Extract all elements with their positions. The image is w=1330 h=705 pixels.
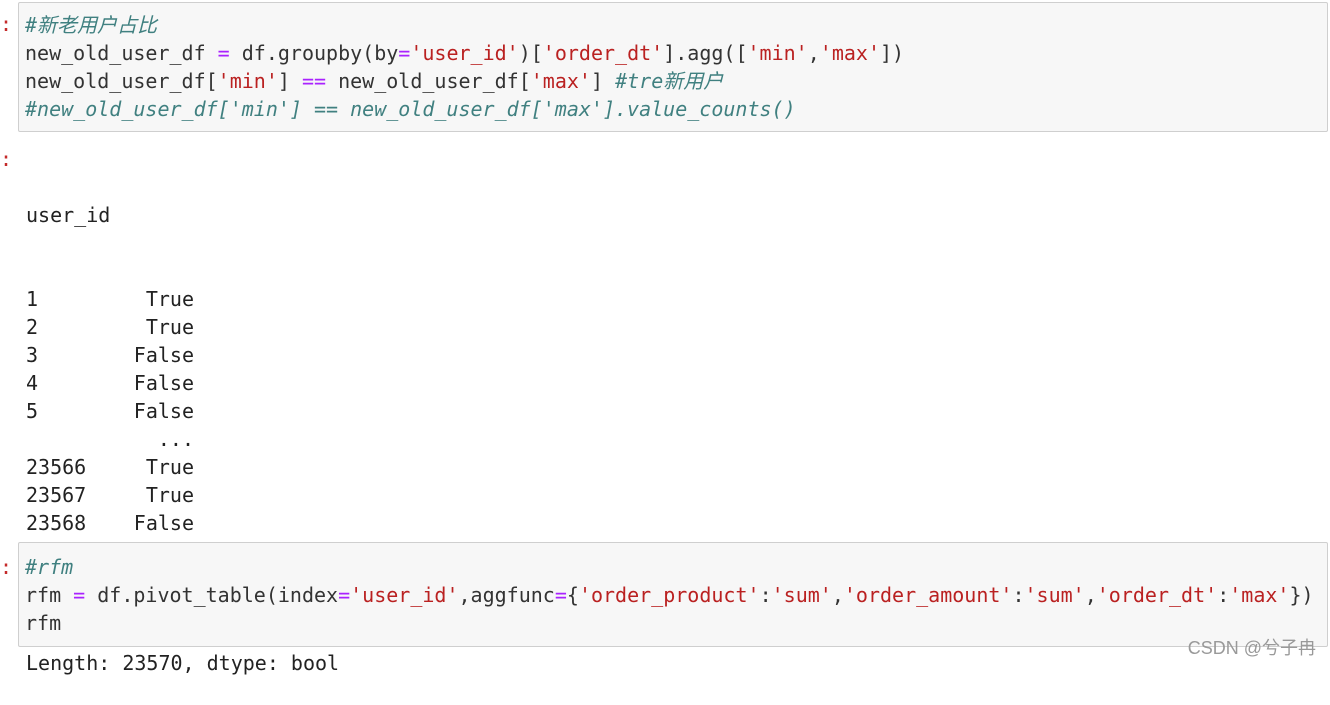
code-token: ]) <box>880 41 905 65</box>
code-token: = <box>217 41 230 65</box>
output-value: False <box>133 511 194 535</box>
code-line: #新老用户占比 <box>25 11 1327 39</box>
code-token: 'user_id' <box>410 41 519 65</box>
code-token: new_old_user_df[ <box>25 69 218 93</box>
code-token: , <box>1084 583 1097 607</box>
code-line: #new_old_user_df['min'] == new_old_user_… <box>25 95 1327 123</box>
code-token: df.pivot_table(index <box>85 583 339 607</box>
code-token: df.groupby(by <box>229 41 399 65</box>
code-token: = <box>398 41 411 65</box>
output-row: 2 True <box>26 313 339 341</box>
code-token: 'max' <box>819 41 880 65</box>
output-value: True <box>145 483 194 507</box>
code-token: new_old_user_df[ <box>326 69 531 93</box>
code-token: 'sum' <box>771 583 832 607</box>
code-token: : <box>1217 583 1230 607</box>
code-token: 'order_dt' <box>542 41 664 65</box>
output-value: True <box>145 315 194 339</box>
output-value: False <box>133 399 194 423</box>
output-row: 23568 False <box>26 509 339 537</box>
output-index: 23566 <box>26 455 87 479</box>
output-row: 23567 True <box>26 481 339 509</box>
output-row: 23566 True <box>26 453 339 481</box>
cell1-prompt: : <box>0 12 13 36</box>
code-token: { <box>566 583 579 607</box>
code-token: 'order_amount' <box>843 583 1013 607</box>
code-token: = <box>73 583 86 607</box>
output-index: 3 <box>26 343 39 367</box>
cell2-code[interactable]: #rfm rfm = df.pivot_table(index='user_id'… <box>25 553 1327 637</box>
code-token: ].agg([ <box>663 41 748 65</box>
code-cell-1[interactable]: #新老用户占比 new_old_user_df = df.groupby(by='… <box>18 2 1328 132</box>
code-token: ] <box>590 69 616 93</box>
code-token: #new_old_user_df['min'] == new_old_user_… <box>25 97 796 121</box>
code-token: = <box>554 583 567 607</box>
code-token: #新老用户占比 <box>25 13 158 37</box>
code-token: 'sum' <box>1024 583 1085 607</box>
code-token: 'order_dt' <box>1096 583 1218 607</box>
code-line: rfm <box>25 609 1327 637</box>
output-value: ... <box>157 427 194 451</box>
cell1-code[interactable]: #新老用户占比 new_old_user_df = df.groupby(by='… <box>25 11 1327 123</box>
code-token: ] <box>277 69 302 93</box>
code-token: rfm <box>25 611 62 635</box>
code-line: rfm = df.pivot_table(index='user_id',agg… <box>25 581 1327 609</box>
code-token: rfm <box>25 583 74 607</box>
output-value: True <box>145 455 194 479</box>
code-token: 'min' <box>217 69 278 93</box>
code-line: #rfm <box>25 553 1327 581</box>
code-token: 'max' <box>530 69 591 93</box>
output-footer: Length: 23570, dtype: bool <box>26 651 340 675</box>
code-cell-2[interactable]: #rfm rfm = df.pivot_table(index='user_id'… <box>18 542 1328 647</box>
output-index: 5 <box>26 399 39 423</box>
output-row: 3 False <box>26 341 339 369</box>
code-token: ,aggfunc <box>458 583 555 607</box>
output-row: 5 False <box>26 397 339 425</box>
code-token: new_old_user_df <box>25 41 218 65</box>
code-token: == <box>301 69 327 93</box>
output1-prompt: : <box>0 147 13 171</box>
code-token: : <box>759 583 772 607</box>
output-header: user_id <box>26 203 111 227</box>
output-index: 2 <box>26 315 39 339</box>
code-token: , <box>807 41 820 65</box>
output-value: False <box>133 371 194 395</box>
code-token: : <box>1012 583 1025 607</box>
output-index: 23567 <box>26 483 87 507</box>
output-index: 4 <box>26 371 39 395</box>
code-token: = <box>338 583 351 607</box>
code-token: )[ <box>518 41 543 65</box>
output-row: 1 True <box>26 285 339 313</box>
code-token: 'user_id' <box>350 583 459 607</box>
output-row: 4 False <box>26 369 339 397</box>
code-token: #rfm <box>25 555 74 579</box>
code-token: 'order_product' <box>578 583 760 607</box>
output-row: ... <box>26 425 339 453</box>
code-token: }) <box>1289 583 1314 607</box>
code-line: new_old_user_df['min'] == new_old_user_d… <box>25 67 1327 95</box>
output-index <box>26 425 124 453</box>
code-line: new_old_user_df = df.groupby(by='user_id… <box>25 39 1327 67</box>
code-token: 'min' <box>747 41 808 65</box>
output-index: 23568 <box>26 511 87 535</box>
watermark: CSDN @兮子冉 <box>1187 638 1316 658</box>
output-value: False <box>133 343 194 367</box>
cell2-prompt: : <box>0 555 13 579</box>
code-token: #tre新用户 <box>615 69 724 93</box>
code-token: , <box>831 583 844 607</box>
output-index: 1 <box>26 287 39 311</box>
code-token: 'max' <box>1229 583 1290 607</box>
output-value: True <box>145 287 194 311</box>
